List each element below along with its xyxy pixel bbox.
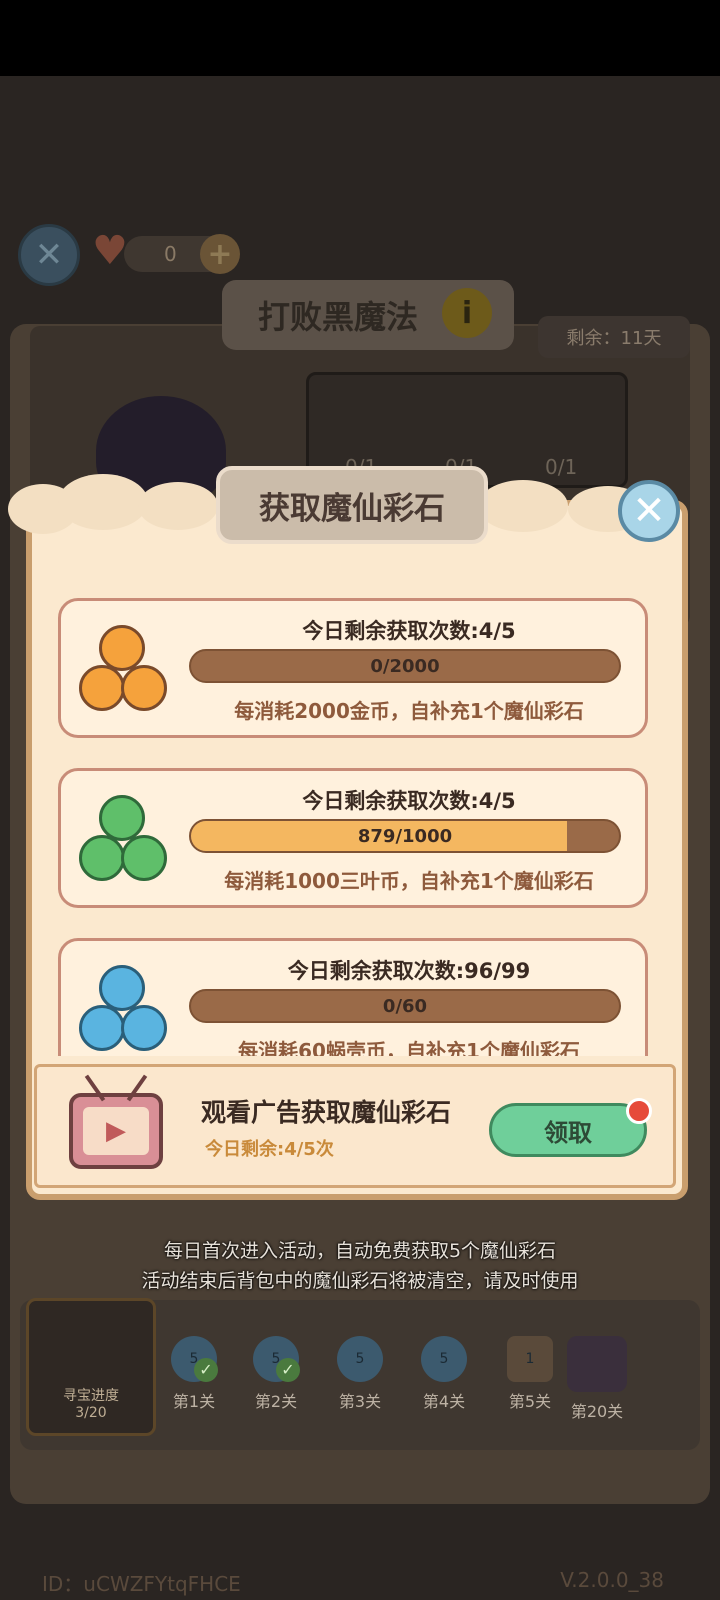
play-icon: ▶ (83, 1107, 149, 1155)
reward-slot-count: 0/1 (545, 455, 578, 479)
clover-coin-icon (79, 791, 179, 891)
progress-bar: 0/2000 (189, 649, 621, 683)
card-title: 今日剩余获取次数:96/99 (287, 959, 531, 983)
remaining-days-text: 剩余：11天 (566, 328, 662, 349)
gold-coin-icon (79, 621, 179, 721)
stage-node[interactable]: 5 ✓ 第2关 (246, 1336, 306, 1412)
dialog-title: 获取魔仙彩石 (216, 466, 488, 544)
witch-character (96, 396, 226, 506)
gift-box-icon (567, 1336, 627, 1392)
heart-icon: ♥ (92, 228, 128, 274)
heart-counter-value: 0 (164, 242, 177, 266)
notification-dot (626, 1098, 652, 1124)
info-icon[interactable]: i (442, 288, 492, 338)
stage-node[interactable]: 1 第5关 (500, 1336, 560, 1412)
note-line: 活动结束后背包中的魔仙彩石将被清空，请及时使用 (141, 1270, 579, 1292)
scroll-icon: 1 (507, 1336, 553, 1382)
card-title: 今日剩余获取次数:4/5 (302, 619, 516, 643)
treasure-count: 3/20 (75, 1405, 107, 1421)
snail-coin-icon (79, 961, 179, 1056)
dialog-title-text: 获取魔仙彩石 (259, 490, 445, 527)
treasure-label: 寻宝进度 (63, 1388, 119, 1404)
card-description: 每消耗2000金币，自补充1个魔仙彩石 (234, 699, 584, 723)
card-description: 每消耗1000三叶币，自补充1个魔仙彩石 (224, 869, 594, 893)
stage-label: 第1关 (172, 1392, 216, 1411)
watch-ad-panel: ▶ 观看广告获取魔仙彩石 今日剩余:4/5次 领取 (34, 1064, 676, 1188)
event-title-text: 打败黑魔法 (258, 298, 419, 336)
stage-label: 第3关 (338, 1392, 382, 1411)
remaining-days: 剩余：11天 (538, 316, 690, 358)
exchange-list[interactable]: 今日剩余获取次数:4/5 0/2000 每消耗2000金币，自补充1个魔仙彩石 … (26, 576, 688, 1056)
stage-node[interactable]: 第20关 (562, 1336, 632, 1422)
player-id: ID：uCWZFYtqFHCE (42, 1572, 241, 1596)
check-icon: ✓ (276, 1358, 300, 1382)
stage-orb-icon: 5 (337, 1336, 383, 1382)
claim-button[interactable]: 领取 (489, 1098, 652, 1157)
exchange-card-gold: 今日剩余获取次数:4/5 0/2000 每消耗2000金币，自补充1个魔仙彩石 (58, 598, 648, 738)
check-icon: ✓ (194, 1358, 218, 1382)
back-close-icon[interactable]: ✕ (18, 224, 80, 286)
tv-icon: ▶ (69, 1074, 163, 1169)
stage-label: 第5关 (508, 1392, 552, 1411)
stage-node[interactable]: 5 第4关 (414, 1336, 474, 1412)
stage-label: 第4关 (422, 1392, 466, 1411)
exchange-card-clover: 今日剩余获取次数:4/5 879/1000 每消耗1000三叶币，自补充1个魔仙… (58, 768, 648, 908)
ad-remaining: 今日剩余:4/5次 (205, 1139, 334, 1160)
claim-button-label: 领取 (544, 1118, 592, 1147)
stage-label: 第2关 (254, 1392, 298, 1411)
ad-title: 观看广告获取魔仙彩石 (201, 1098, 452, 1127)
progress-bar: 879/1000 (189, 819, 621, 853)
progress-bar: 0/60 (189, 989, 621, 1023)
progress-text: 0/2000 (370, 655, 440, 677)
stage-node[interactable]: 5 第3关 (330, 1336, 390, 1412)
note-line: 每日首次进入活动，自动免费获取5个魔仙彩石 (163, 1240, 557, 1262)
exchange-card-snail: 今日剩余获取次数:96/99 0/60 每消耗60蜗壳币，自补充1个魔仙彩石 (58, 938, 648, 1056)
version-label: V.2.0.0_38 (560, 1568, 664, 1592)
add-heart-button[interactable]: + (200, 234, 240, 274)
card-description: 每消耗60蜗壳币，自补充1个魔仙彩石 (238, 1039, 580, 1056)
card-title: 今日剩余获取次数:4/5 (302, 789, 516, 813)
progress-text: 879/1000 (357, 825, 453, 847)
treasure-progress[interactable]: 寻宝进度 3/20 (26, 1298, 156, 1436)
event-notes: 每日首次进入活动，自动免费获取5个魔仙彩石 活动结束后背包中的魔仙彩石将被清空，… (0, 1236, 720, 1296)
stage-node[interactable]: 5 ✓ 第1关 (164, 1336, 224, 1412)
close-button[interactable]: ✕ (618, 480, 680, 542)
close-icon: ✕ (632, 488, 666, 534)
progress-text: 0/60 (382, 995, 428, 1017)
game-screen: ✕ 0 ♥ + 打败黑魔法 i 剩余：11天 0/1 0/1 0/1 寻宝进度 … (0, 76, 720, 1600)
stage-orb-icon: 5 (421, 1336, 467, 1382)
stage-label: 第20关 (570, 1402, 624, 1421)
